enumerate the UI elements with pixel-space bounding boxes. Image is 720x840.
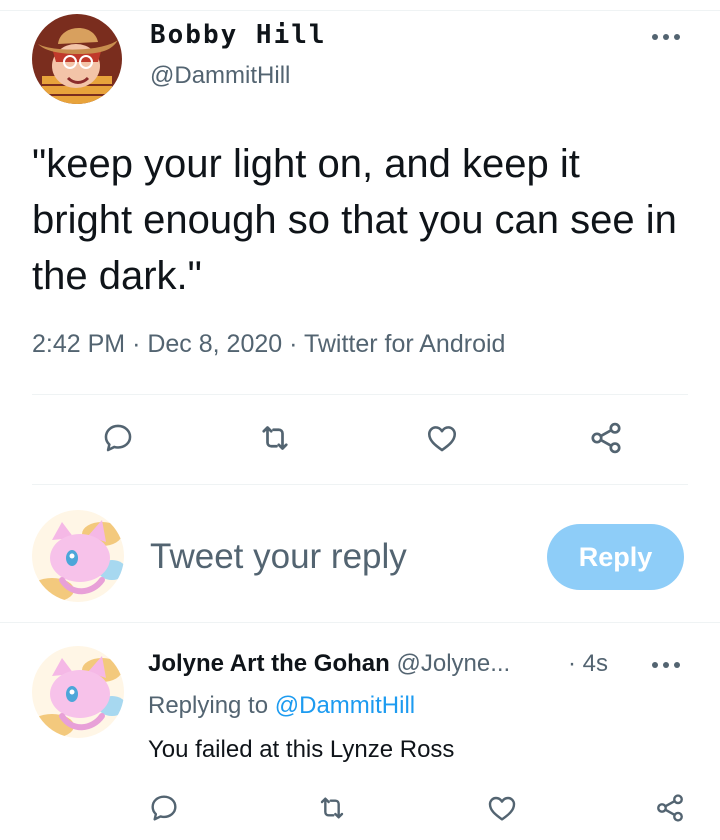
divider — [0, 622, 720, 623]
reply-author-handle[interactable]: @Jolyne... — [396, 650, 510, 677]
like-icon — [427, 426, 457, 452]
author-display-name[interactable]: Bobby Hill — [150, 20, 327, 50]
reply-share-button[interactable] — [646, 784, 694, 832]
divider — [32, 484, 688, 485]
meta-separator: · — [289, 330, 298, 358]
reply-button-action[interactable] — [94, 414, 142, 462]
more-dots-icon — [652, 34, 680, 40]
reply-text: You failed at this Lynze Ross — [148, 736, 455, 763]
tweet-time[interactable]: 2:42 PM — [32, 330, 125, 358]
reply-like-button[interactable] — [478, 784, 526, 832]
replying-to-line: Replying to @DammitHill — [148, 692, 415, 720]
reply-author-avatar[interactable] — [32, 646, 124, 738]
tweet-date[interactable]: Dec 8, 2020 — [147, 330, 282, 358]
more-options-button[interactable] — [646, 22, 686, 52]
reply-input[interactable] — [150, 532, 530, 582]
reply-submit-button[interactable]: Reply — [547, 524, 684, 590]
pink-cat-avatar-icon — [32, 510, 124, 602]
retweet-button[interactable] — [251, 414, 299, 462]
reply-author-name[interactable]: Jolyne Art the Gohan — [148, 650, 390, 677]
reply-retweet-button[interactable] — [308, 784, 356, 832]
reply-more-options-button[interactable] — [646, 650, 686, 680]
more-dots-icon — [652, 662, 680, 668]
reply-icon — [104, 424, 132, 452]
cowboy-hat-avatar-icon — [32, 14, 122, 104]
reply-timestamp[interactable]: · 4s — [568, 650, 608, 678]
composer-avatar[interactable] — [32, 510, 124, 602]
share-icon — [591, 422, 621, 454]
meta-separator: · — [132, 330, 141, 358]
share-button[interactable] — [582, 414, 630, 462]
like-button[interactable] — [418, 414, 466, 462]
tweet-meta: 2:42 PM · Dec 8, 2020 · Twitter for Andr… — [32, 330, 505, 359]
reply-author-line: Jolyne Art the Gohan @Jolyne... — [148, 650, 510, 678]
author-handle[interactable]: @DammitHill — [150, 62, 290, 90]
divider — [32, 394, 688, 395]
replying-to-label: Replying to — [148, 692, 269, 719]
retweet-icon — [320, 797, 344, 819]
retweet-icon — [262, 426, 288, 450]
tweet-source[interactable]: Twitter for Android — [304, 330, 505, 358]
replying-to-mention[interactable]: @DammitHill — [275, 692, 415, 719]
author-avatar[interactable] — [32, 14, 122, 104]
pink-cat-avatar-icon — [32, 646, 124, 738]
reply-reply-button[interactable] — [140, 784, 188, 832]
tweet-text: "keep your light on, and keep it bright … — [32, 142, 677, 298]
reply-icon — [151, 795, 177, 821]
top-divider — [0, 10, 720, 11]
share-icon — [657, 794, 683, 822]
like-icon — [488, 796, 516, 821]
